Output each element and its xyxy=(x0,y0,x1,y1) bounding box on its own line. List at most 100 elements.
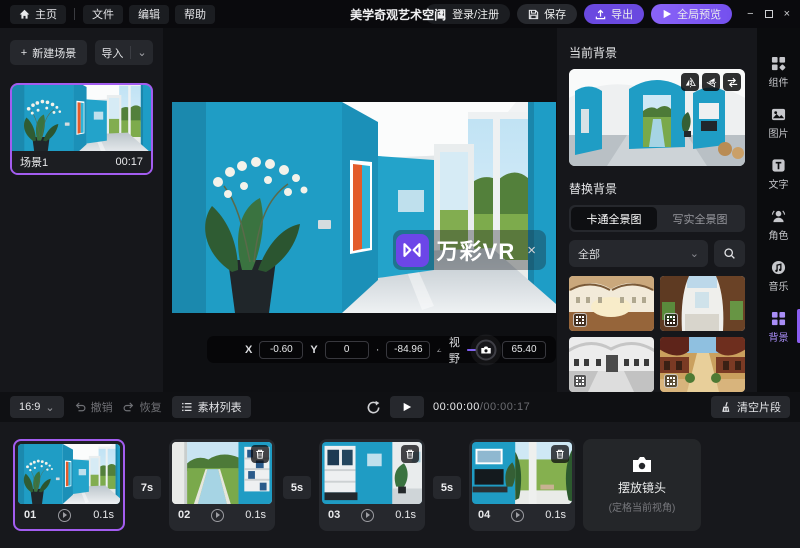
save-icon xyxy=(528,9,539,20)
new-scene-button[interactable]: + 新建场景 xyxy=(10,40,87,65)
scene-name: 场景1 xyxy=(20,154,48,170)
menu-home-label: 主页 xyxy=(35,6,57,22)
dock-item-character[interactable]: 角色 xyxy=(757,205,800,256)
clip-index: 02 xyxy=(178,509,190,521)
maximize-button[interactable] xyxy=(765,10,773,18)
aspect-ratio-button[interactable]: 16:9 ⌄ xyxy=(10,396,64,418)
place-camera-button[interactable]: 摆放镜头 (定格当前视角) xyxy=(583,439,701,531)
clip-play-icon[interactable] xyxy=(58,509,71,522)
plus-icon: + xyxy=(21,47,27,59)
current-background-preview[interactable] xyxy=(569,69,745,166)
delete-clip-button[interactable] xyxy=(401,445,419,463)
panorama-thumbnail-1[interactable] xyxy=(569,276,654,331)
timeline-clip-03[interactable]: 03 0.1s xyxy=(319,439,425,531)
play-icon xyxy=(662,9,672,19)
tab-realistic-panorama[interactable]: 写实全景图 xyxy=(657,207,743,230)
loop-icon[interactable] xyxy=(366,400,381,415)
redo-button[interactable]: 恢复 xyxy=(123,399,162,415)
fov-input[interactable] xyxy=(502,341,546,359)
chevron-down-icon: ⌄ xyxy=(690,247,699,260)
time-total: 00:00:17 xyxy=(483,401,530,413)
play-button[interactable] xyxy=(390,396,424,418)
clip-play-icon[interactable] xyxy=(211,509,224,522)
playback-toolbar: 16:9 ⌄ 撤销 恢复 素材列表 00:00:00/00:00:17 清空片段 xyxy=(0,392,800,422)
clip-index: 01 xyxy=(24,509,36,521)
panorama-badge-icon xyxy=(573,313,587,327)
background-icon xyxy=(771,311,786,326)
transition-duration-badge[interactable]: 5s xyxy=(283,476,311,499)
search-button[interactable] xyxy=(714,240,745,267)
clip-index: 04 xyxy=(478,509,490,521)
menu-file[interactable]: 文件 xyxy=(83,5,123,24)
clip-duration: 0.1s xyxy=(395,509,416,521)
menu-edit[interactable]: 编辑 xyxy=(129,5,169,24)
tab-cartoon-panorama[interactable]: 卡通全景图 xyxy=(571,207,657,230)
angle-icon xyxy=(437,344,442,356)
trash-icon xyxy=(255,449,265,459)
clip-play-icon[interactable] xyxy=(361,509,374,522)
timeline-clip-04[interactable]: 04 0.1s xyxy=(469,439,575,531)
broom-icon xyxy=(720,401,732,413)
delete-clip-button[interactable] xyxy=(251,445,269,463)
asset-dock: 组件 图片 文字 角色 音乐 背景 xyxy=(757,28,800,392)
chevron-down-icon: ⌄ xyxy=(45,401,54,414)
fov-slider[interactable] xyxy=(467,349,495,351)
export-button[interactable]: 导出 xyxy=(584,4,644,24)
panorama-library xyxy=(569,276,745,392)
panorama-thumbnail-4[interactable] xyxy=(660,337,745,392)
text-icon xyxy=(771,158,786,173)
delete-clip-button[interactable] xyxy=(551,445,569,463)
swap-background-button[interactable] xyxy=(723,73,741,91)
global-preview-button[interactable]: 全局预览 xyxy=(651,4,732,24)
timeline-clip-02[interactable]: 02 0.1s xyxy=(169,439,275,531)
clip-index: 03 xyxy=(328,509,340,521)
titlebar: 主页 文件 编辑 帮助 美学奇观艺术空间 登录/注册 保存 导出 全局预览 − … xyxy=(0,0,800,28)
fov-slider-thumb[interactable] xyxy=(476,339,497,360)
timeline-clip-01[interactable]: 01 0.1s xyxy=(13,439,125,531)
current-background-title: 当前背景 xyxy=(569,44,745,61)
trash-icon xyxy=(555,449,565,459)
material-list-button[interactable]: 素材列表 xyxy=(172,396,251,418)
transition-duration-badge[interactable]: 5s xyxy=(433,476,461,499)
separator-dot: · xyxy=(376,344,380,356)
menu-divider xyxy=(74,8,75,20)
dock-item-background[interactable]: 背景 xyxy=(757,307,800,358)
undo-button[interactable]: 撤销 xyxy=(74,399,113,415)
clip-play-icon[interactable] xyxy=(511,509,524,522)
close-button[interactable]: × xyxy=(784,8,790,20)
dock-item-text[interactable]: 文字 xyxy=(757,154,800,205)
minimize-button[interactable]: − xyxy=(747,8,753,20)
flip-horizontal-button[interactable] xyxy=(681,73,699,91)
flip-vertical-icon xyxy=(706,77,717,88)
dock-item-images[interactable]: 图片 xyxy=(757,103,800,154)
document-title: 美学奇观艺术空间 xyxy=(350,6,446,23)
save-button[interactable]: 保存 xyxy=(517,4,577,24)
menu-home[interactable]: 主页 xyxy=(10,5,66,24)
time-current: 00:00:00 xyxy=(433,401,480,413)
clip-duration: 0.1s xyxy=(245,509,266,521)
watermark-close-icon[interactable]: × xyxy=(527,242,536,259)
scene-list-item[interactable]: 场景1 00:17 xyxy=(10,83,153,175)
components-icon xyxy=(771,56,786,71)
flip-vertical-button[interactable] xyxy=(702,73,720,91)
watermark: 万彩VR × xyxy=(393,230,546,270)
panorama-thumbnail-2[interactable] xyxy=(660,276,745,331)
category-dropdown[interactable]: 全部 ⌄ xyxy=(569,240,708,267)
y-input[interactable] xyxy=(325,341,369,359)
menu-help[interactable]: 帮助 xyxy=(175,5,215,24)
dock-item-components[interactable]: 组件 xyxy=(757,52,800,103)
panorama-thumbnail-3[interactable] xyxy=(569,337,654,392)
scene-duration: 00:17 xyxy=(115,156,143,168)
dock-item-music[interactable]: 音乐 xyxy=(757,256,800,307)
x-input[interactable] xyxy=(259,341,303,359)
rotation-input[interactable] xyxy=(386,341,430,359)
clear-clips-button[interactable]: 清空片段 xyxy=(711,396,790,418)
transition-duration-badge[interactable]: 7s xyxy=(133,476,161,499)
redo-icon xyxy=(123,401,135,413)
import-button[interactable]: 导入 ⌄ xyxy=(95,40,153,65)
chevron-down-icon[interactable]: ⌄ xyxy=(130,46,146,59)
scene-viewport[interactable]: 万彩VR × xyxy=(172,102,556,313)
list-icon xyxy=(181,401,193,413)
timecode: 00:00:00/00:00:17 xyxy=(433,401,530,413)
play-icon xyxy=(402,402,412,412)
